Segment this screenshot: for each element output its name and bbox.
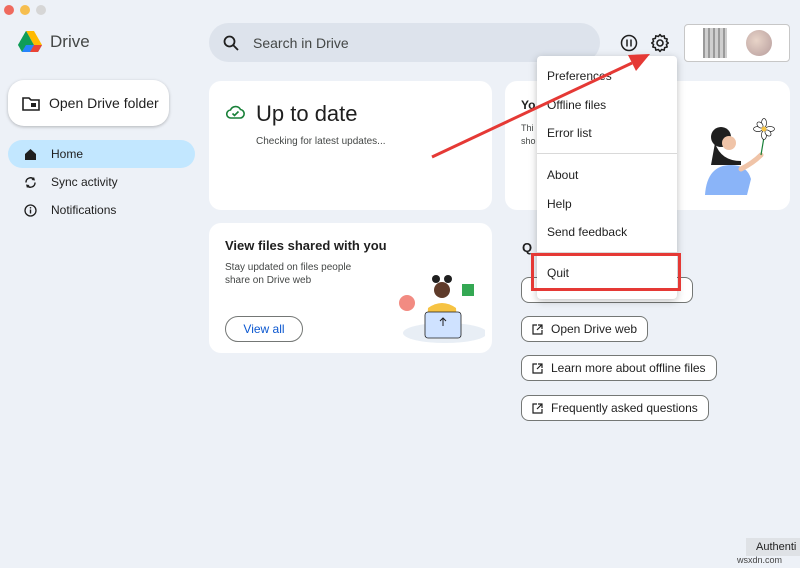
annotation-arrow bbox=[431, 54, 650, 159]
authentication-status: Authenti bbox=[746, 538, 800, 556]
watermark: wsxdn.com bbox=[737, 555, 783, 565]
